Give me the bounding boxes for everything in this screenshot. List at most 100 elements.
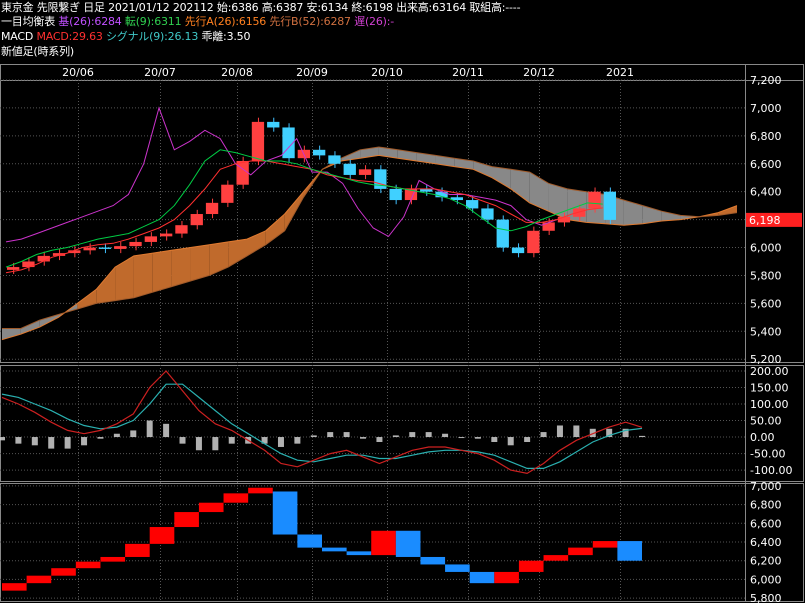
macd-tick-label: 50.00 bbox=[750, 415, 782, 428]
kumo-cloud-segment bbox=[510, 169, 530, 203]
chart-canvas: 20/06 20/07 20/08 20/09 20/10 20/11 20/12 2021 5… bbox=[0, 64, 804, 603]
new-price-brick bbox=[174, 512, 199, 528]
candle-body bbox=[221, 184, 234, 203]
price-tick-label: 5,600 bbox=[750, 297, 782, 310]
date-tick-label: 20/10 bbox=[371, 66, 403, 79]
candle-body bbox=[267, 121, 280, 128]
kumo-cloud-segment bbox=[96, 267, 116, 304]
macd-histogram-bar bbox=[15, 437, 22, 444]
kumo-cloud-segment bbox=[228, 239, 247, 268]
macd-tick-label: 100.00 bbox=[750, 398, 789, 411]
new-price-brick bbox=[568, 547, 593, 556]
date-tick-label: 20/06 bbox=[62, 66, 94, 79]
macd-tick-label: 0.00 bbox=[750, 431, 775, 444]
candle-body bbox=[129, 241, 142, 247]
kumo-cloud-segment bbox=[133, 253, 153, 298]
kumo-cloud-segment bbox=[623, 200, 643, 226]
price-tick-label: 6,800 bbox=[750, 130, 782, 143]
macd-histogram-bar bbox=[491, 437, 498, 442]
candle-body bbox=[114, 246, 127, 249]
macd-histogram-bar bbox=[458, 437, 465, 439]
new-price-brick bbox=[100, 556, 126, 562]
signal-line bbox=[1, 383, 643, 469]
macd-histogram-bar bbox=[212, 437, 219, 451]
new-price-brick bbox=[494, 571, 519, 584]
macd-histogram-bar bbox=[556, 425, 563, 438]
kumo-cloud-segment bbox=[492, 166, 511, 189]
new-price-brick bbox=[469, 571, 495, 584]
candle-body bbox=[98, 247, 112, 249]
macd-histogram-bar bbox=[179, 437, 186, 444]
candle-body bbox=[160, 233, 173, 237]
macd-histogram-bar bbox=[163, 423, 170, 438]
macd-histogram-bar bbox=[0, 437, 5, 441]
new-price-brick bbox=[2, 583, 27, 591]
macd-histogram-bar bbox=[310, 435, 317, 438]
macd-histogram-bar bbox=[540, 432, 547, 438]
macd-histogram-bar bbox=[442, 433, 449, 438]
new-price-brick bbox=[617, 541, 642, 561]
new-price-brick bbox=[223, 493, 249, 503]
new-price-brick bbox=[26, 575, 52, 584]
kumo-cloud-segment bbox=[152, 250, 172, 293]
panel-frame bbox=[0, 64, 804, 363]
date-tick-label: 20/09 bbox=[296, 66, 328, 79]
macd-histogram-bar bbox=[277, 437, 284, 447]
macd-tick-label: -100.00 bbox=[750, 464, 792, 477]
candle-body bbox=[389, 188, 402, 201]
macd-tick-label: 200.00 bbox=[750, 365, 789, 378]
kumo-cloud-segment bbox=[171, 247, 191, 287]
candle-body bbox=[358, 169, 372, 175]
macd-tick-label: 150.00 bbox=[750, 381, 789, 394]
kumo-cloud-segment bbox=[115, 255, 134, 301]
macd-histogram-bar bbox=[409, 432, 416, 438]
price-tick-label: 5,400 bbox=[750, 325, 782, 338]
brick-tick-label: 6,800 bbox=[750, 499, 782, 512]
macd-histogram-bar bbox=[64, 437, 71, 449]
candle-body bbox=[328, 155, 341, 164]
price-tick-label: 7,000 bbox=[750, 102, 782, 115]
macd-histogram-bar bbox=[327, 432, 334, 438]
candle-body bbox=[236, 160, 249, 185]
brick-tick-label: 6,400 bbox=[750, 536, 782, 549]
macd-line bbox=[1, 370, 643, 475]
new-price-brick bbox=[420, 556, 446, 565]
new-price-brick bbox=[297, 534, 322, 548]
date-tick-label: 20/11 bbox=[452, 66, 484, 79]
macd-histogram-bar bbox=[48, 437, 55, 449]
macd-histogram-bar bbox=[639, 435, 645, 438]
brick-tick-label: 5,800 bbox=[750, 592, 782, 603]
new-price-brick bbox=[518, 560, 544, 572]
macd-histogram-bar bbox=[524, 437, 531, 442]
macd-histogram-bar bbox=[130, 430, 137, 438]
new-price-brick bbox=[149, 527, 175, 544]
candle-body bbox=[313, 149, 326, 156]
last-price-label: 6,198 bbox=[749, 214, 781, 227]
candle-body bbox=[144, 236, 157, 242]
new-price-brick bbox=[125, 543, 150, 557]
macd-histogram-bar bbox=[376, 437, 383, 442]
price-tick-label: 7,200 bbox=[750, 74, 782, 87]
new-price-brick bbox=[592, 541, 618, 548]
candle-body bbox=[481, 208, 494, 220]
brick-tick-label: 6,600 bbox=[750, 517, 782, 530]
panel-frame bbox=[0, 365, 804, 482]
macd-histogram-bar bbox=[31, 437, 38, 446]
new-price-brick bbox=[371, 530, 396, 556]
macd-histogram-bar bbox=[343, 432, 350, 438]
candle-body bbox=[175, 225, 188, 234]
candle-body bbox=[511, 247, 525, 254]
macd-histogram-bar bbox=[573, 425, 580, 438]
macd-histogram-bar bbox=[294, 437, 301, 444]
macd-histogram-bar bbox=[113, 433, 120, 438]
price-tick-label: 6,000 bbox=[750, 242, 782, 255]
macd-histogram-bar bbox=[81, 437, 88, 446]
candle-body bbox=[603, 191, 616, 220]
kumo-cloud-segment bbox=[190, 244, 210, 282]
candle-body bbox=[251, 121, 265, 161]
candle-body bbox=[205, 202, 219, 215]
new-price-brick bbox=[272, 491, 298, 535]
new-price-brick bbox=[445, 564, 470, 572]
kumo-cloud-segment bbox=[2, 328, 21, 340]
macd-histogram-bar bbox=[392, 435, 399, 438]
